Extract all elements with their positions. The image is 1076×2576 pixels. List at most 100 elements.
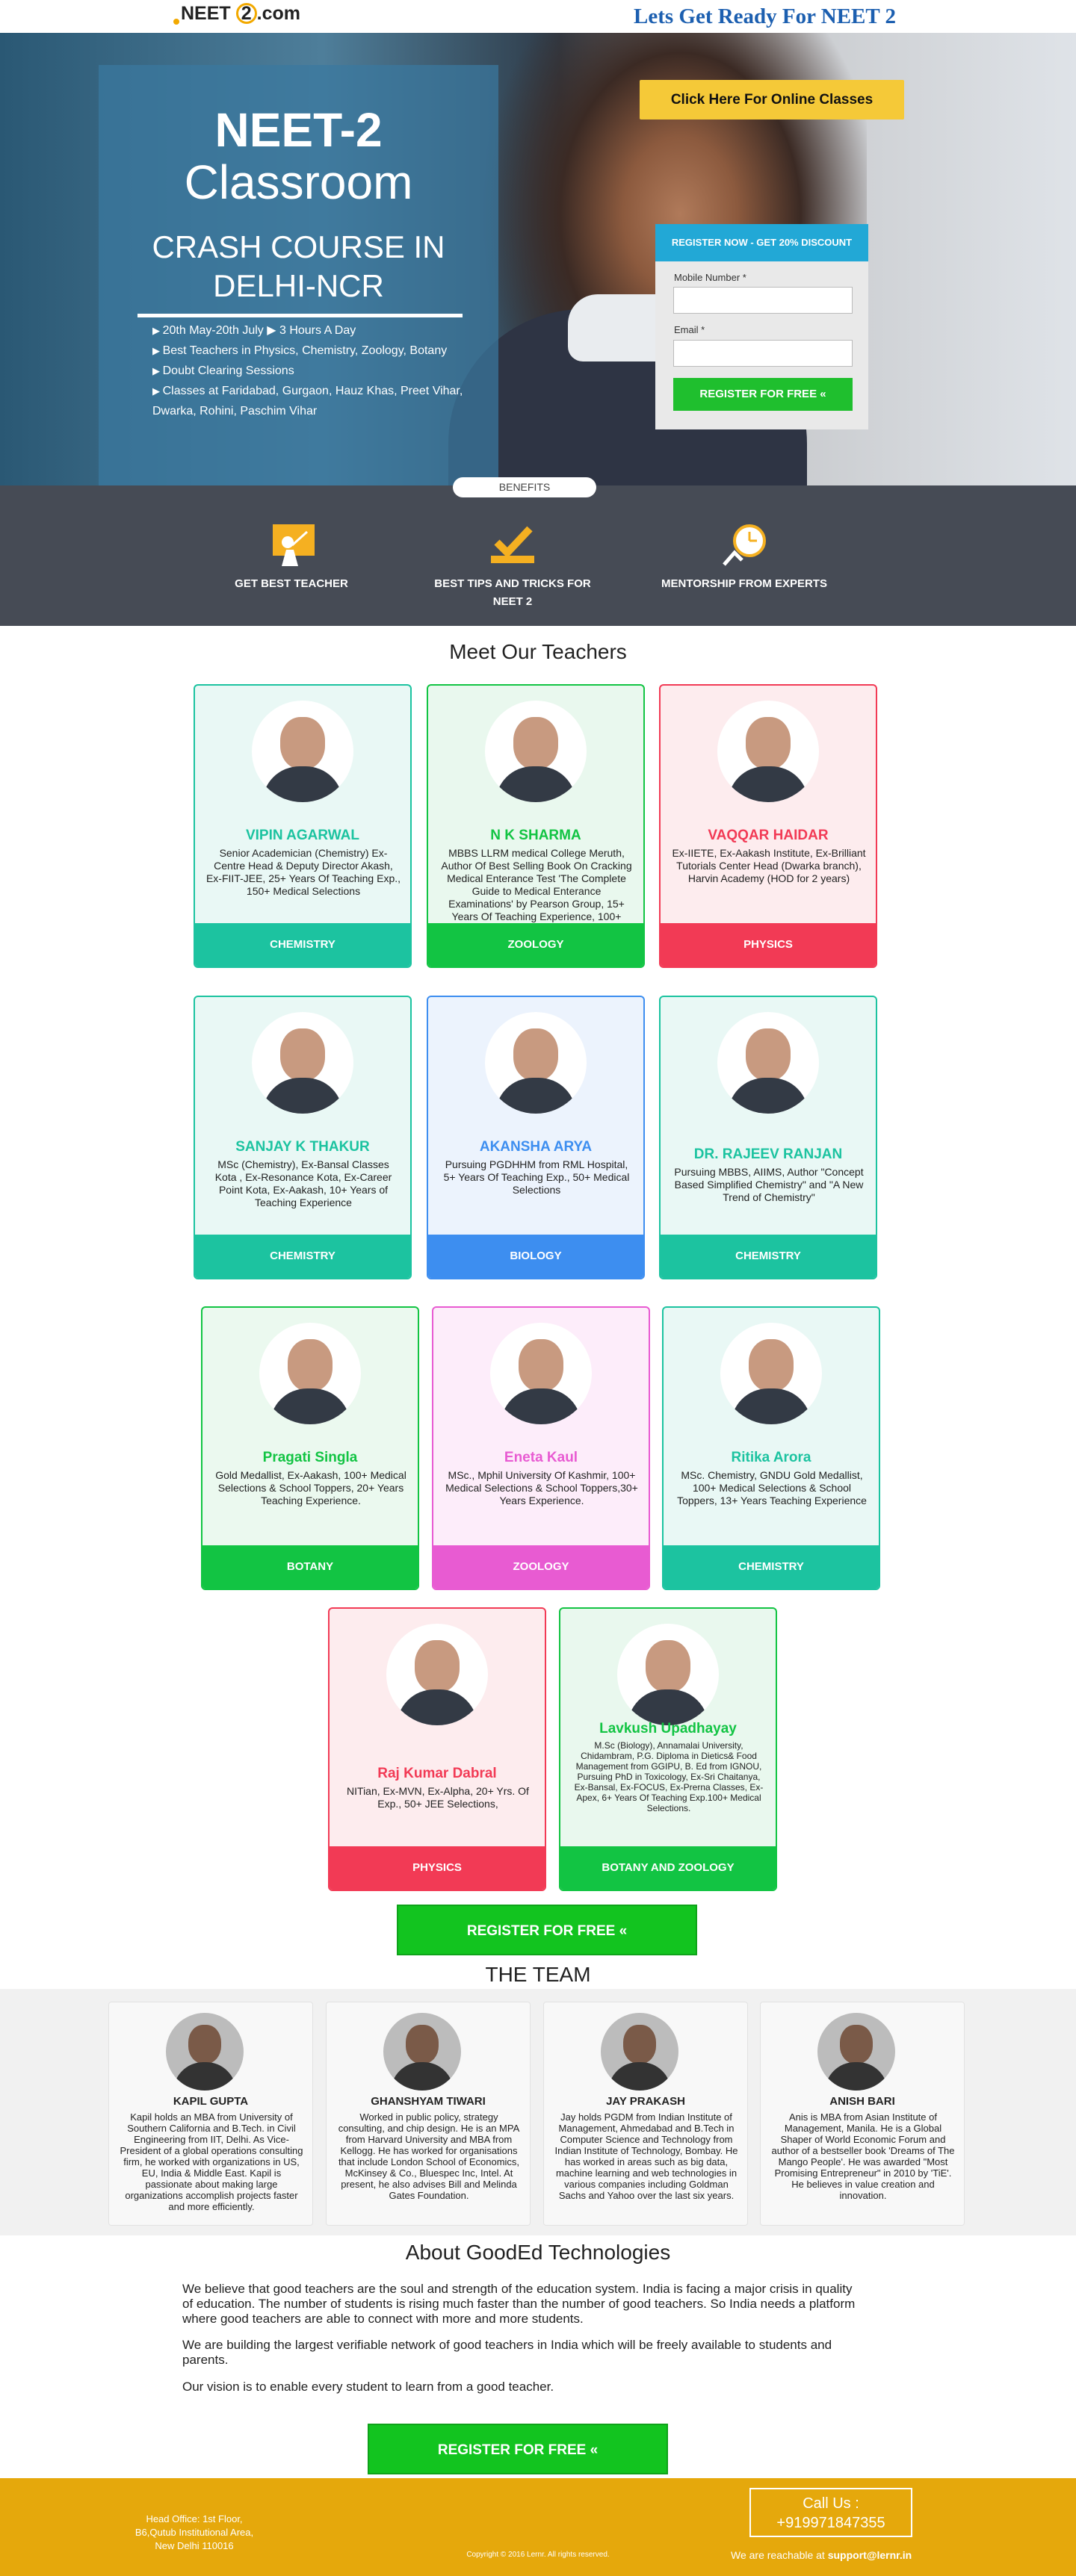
benefit-item: BEST TIPS AND TRICKS FOR NEET 2 xyxy=(423,523,602,611)
teacher-subject: ZOOLOGY xyxy=(428,923,643,966)
team-member-card: ANISH BARI Anis is MBA from Asian Institu… xyxy=(760,2002,965,2226)
course-subtitle: Classroom xyxy=(184,155,413,209)
register-form: REGISTER NOW - GET 20% DISCOUNT Mobile N… xyxy=(655,224,868,429)
register-button-bottom[interactable]: REGISTER FOR FREE « xyxy=(368,2424,668,2474)
feature-item: Classes at Faridabad, Gurgaon, Hauz Khas… xyxy=(152,381,481,421)
teacher-avatar-face xyxy=(513,717,558,769)
team-avatar-body xyxy=(173,2062,236,2091)
register-submit-button[interactable]: REGISTER FOR FREE « xyxy=(673,378,853,411)
team-member-name: ANISH BARI xyxy=(829,2095,895,2108)
teacher-card: Pragati Singla Gold Medallist, Ex-Aakash,… xyxy=(201,1306,419,1590)
benefits-section: BENEFITS GET BEST TEACHER BEST TIPS AND … xyxy=(0,477,1076,626)
team-avatar-face xyxy=(406,2025,439,2064)
hero-banner: NEET-2 Classroom CRASH COURSE IN DELHI-N… xyxy=(0,33,1076,485)
teacher-bio: Pursuing MBBS, AIIMS, Author "Concept Ba… xyxy=(674,1166,864,1203)
teacher-card: SANJAY K THAKUR MSc (Chemistry), Ex-Bansa… xyxy=(194,996,412,1279)
footer: Head Office: 1st Floor, B6,Qutub Institu… xyxy=(0,2478,1076,2576)
teacher-avatar xyxy=(252,1012,353,1114)
teacher-avatar-body xyxy=(495,1078,576,1114)
header-tagline: Lets Get Ready For NEET 2 xyxy=(634,4,896,28)
call-us-box[interactable]: Call Us : +919971847355 xyxy=(749,2488,912,2537)
team-avatar-face xyxy=(188,2025,221,2064)
contact-line: We are reachable at support@lernr.in xyxy=(731,2549,925,2561)
check-icon xyxy=(491,526,534,563)
teacher-card: Raj Kumar Dabral NITian, Ex-MVN, Ex-Alpha… xyxy=(328,1607,546,1891)
teacher-avatar-body xyxy=(397,1689,477,1725)
teacher-avatar-face xyxy=(280,717,325,769)
teacher-avatar-body xyxy=(728,1078,808,1114)
teacher-card: Eneta Kaul MSc., Mphil University Of Kash… xyxy=(432,1306,650,1590)
teacher-bio: MSc (Chemistry), Ex-Bansal Classes Kota … xyxy=(214,1158,392,1208)
teachers-heading: Meet Our Teachers xyxy=(449,640,627,663)
teacher-bio: MSc., Mphil University Of Kashmir, 100+ … xyxy=(445,1469,638,1506)
team-member-bio: Anis is MBA from Asian Institute of Mana… xyxy=(771,2111,955,2201)
team-avatar xyxy=(166,2013,244,2091)
teacher-name: Lavkush Upadhayay xyxy=(599,1721,737,1737)
benefits-label: BENEFITS xyxy=(453,477,596,497)
team-member-card: JAY PRAKASH Jay holds PGDM from Indian In… xyxy=(543,2002,748,2226)
teacher-avatar xyxy=(485,1012,587,1114)
about-paragraph: Our vision is to enable every student to… xyxy=(182,2380,554,2394)
teacher-subject: CHEMISTRY xyxy=(195,1235,410,1278)
teacher-avatar xyxy=(259,1323,361,1424)
teacher-card: N K SHARMA MBBS LLRM medical College Meru… xyxy=(427,684,645,968)
register-button[interactable]: REGISTER FOR FREE « xyxy=(397,1905,697,1955)
teacher-bio: Pursuing PGDHHM from RML Hospital, 5+ Ye… xyxy=(443,1158,630,1196)
email-label: Email * xyxy=(674,324,705,335)
teacher-avatar-face xyxy=(519,1339,563,1391)
teacher-avatar-body xyxy=(495,766,576,802)
teacher-avatar-face xyxy=(513,1028,558,1081)
top-bar: NEET 2 .com Lets Get Ready For NEET 2 xyxy=(0,0,1076,33)
support-email-link[interactable]: support@lernr.in xyxy=(828,2549,912,2561)
team-member-card: GHANSHYAM TIWARI Worked in public policy,… xyxy=(326,2002,531,2226)
teacher-avatar-body xyxy=(628,1689,708,1725)
teacher-name: Raj Kumar Dabral xyxy=(377,1766,497,1781)
phone-number[interactable]: +919971847355 xyxy=(751,2513,911,2533)
teacher-avatar xyxy=(617,1624,719,1725)
teacher-subject: ZOOLOGY xyxy=(433,1545,649,1589)
teacher-subject: PHYSICS xyxy=(330,1846,545,1890)
feature-item: Doubt Clearing Sessions xyxy=(152,361,481,381)
teacher-card: VIPIN AGARWAL Senior Academician (Chemist… xyxy=(194,684,412,968)
mobile-input[interactable] xyxy=(673,287,853,314)
benefit-label: BEST TIPS AND TRICKS FOR NEET 2 xyxy=(434,577,591,608)
teacher-name: Ritika Arora xyxy=(731,1450,811,1465)
copyright: Copyright © 2016 Lernr. All rights reser… xyxy=(466,2551,610,2559)
teacher-card: AKANSHA ARYA Pursuing PGDHHM from RML Hos… xyxy=(427,996,645,1279)
team-member-bio: Kapil holds an MBA from University of So… xyxy=(120,2111,303,2212)
course-location: CRASH COURSE IN DELHI-NCR xyxy=(152,229,445,303)
teacher-card: Ritika Arora MSc. Chemistry, GNDU Gold Me… xyxy=(662,1306,880,1590)
team-member-name: JAY PRAKASH xyxy=(606,2095,685,2108)
teacher-bio: Senior Academician (Chemistry) Ex-Centre… xyxy=(205,847,401,897)
site-logo[interactable]: NEET 2 .com xyxy=(173,3,300,25)
teacher-avatar-face xyxy=(746,1028,791,1081)
teacher-subject: PHYSICS xyxy=(661,923,876,966)
teacher-name: DR. RAJEEV RANJAN xyxy=(693,1146,843,1162)
course-title: NEET-2 xyxy=(214,103,383,157)
team-avatar-body xyxy=(825,2062,888,2091)
teacher-name: VAQQAR HAIDAR xyxy=(708,828,829,843)
teacher-bio: NITian, Ex-MVN, Ex-Alpha, 20+ Yrs. Of Ex… xyxy=(347,1785,529,1810)
team-member-bio: Jay holds PGDM from Indian Institute of … xyxy=(554,2111,738,2201)
team-avatar xyxy=(601,2013,678,2091)
email-input[interactable] xyxy=(673,340,853,367)
teacher-avatar xyxy=(720,1323,822,1424)
teacher-avatar xyxy=(490,1323,592,1424)
teacher-avatar-face xyxy=(280,1028,325,1081)
teacher-avatar-body xyxy=(501,1388,581,1424)
mobile-label: Mobile Number * xyxy=(674,272,746,283)
teacher-avatar xyxy=(386,1624,488,1725)
team-heading: THE TEAM xyxy=(485,1963,591,1986)
team-avatar-body xyxy=(608,2062,671,2091)
team-avatar-face xyxy=(623,2025,656,2064)
team-member-card: KAPIL GUPTA Kapil holds an MBA from Unive… xyxy=(108,2002,313,2226)
teacher-name: Eneta Kaul xyxy=(504,1450,578,1465)
online-classes-button[interactable]: Click Here For Online Classes xyxy=(640,80,904,120)
teacher-subject: CHEMISTRY xyxy=(195,923,410,966)
about-heading: About GoodEd Technologies xyxy=(405,2241,671,2264)
clock-icon xyxy=(723,524,766,566)
teacher-avatar-face xyxy=(746,717,791,769)
teacher-bio: M.Sc (Biology), Annamalai University, Ch… xyxy=(574,1740,764,1813)
teacher-avatar-body xyxy=(731,1388,811,1424)
team-avatar xyxy=(383,2013,461,2091)
